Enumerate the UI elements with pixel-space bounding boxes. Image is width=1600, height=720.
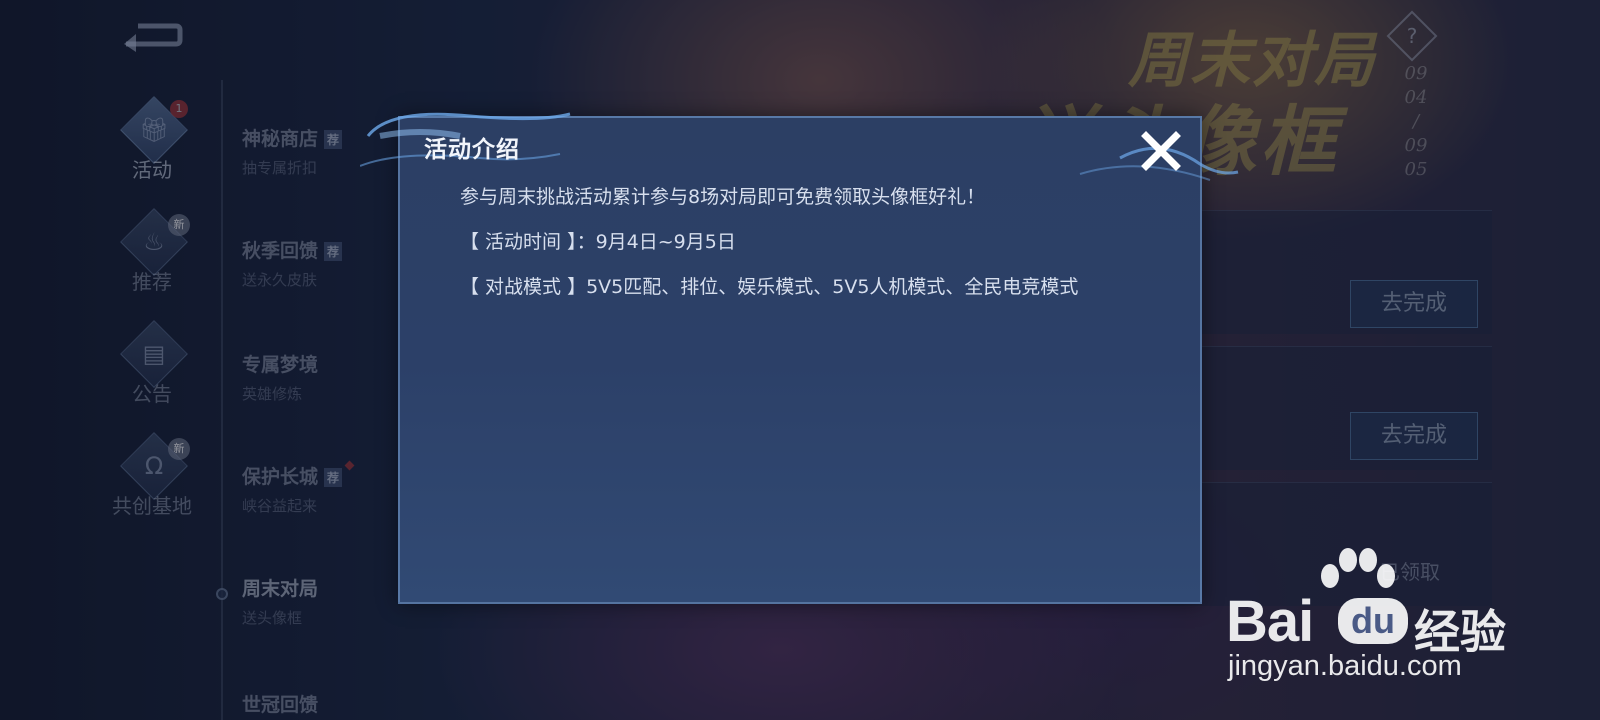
close-icon[interactable] — [1136, 126, 1186, 176]
watermark-du: du — [1338, 598, 1408, 644]
watermark-brand: Bai — [1226, 589, 1314, 654]
activity-time: 【 活动时间 】：9月4日~9月5日 — [460, 231, 736, 253]
battle-modes: 【 对战模式 】5V5匹配、排位、娱乐模式、5V5人机模式、全民电竞模式 — [460, 276, 1079, 298]
watermark-url: jingyan.baidu.com — [1228, 650, 1462, 682]
activity-intro-dialog: 活动介绍 参与周末挑战活动累计参与8场对局即可免费领取头像框好礼！ 【 活动时间… — [360, 112, 1239, 604]
baidu-watermark: Bai du 经验 jingyan.baidu.com — [1226, 548, 1526, 698]
dialog-title: 活动介绍 — [424, 137, 520, 163]
dialog-description: 参与周末挑战活动累计参与8场对局即可免费领取头像框好礼！ — [460, 186, 986, 208]
dialog-body: 参与周末挑战活动累计参与8场对局即可免费领取头像框好礼！ 【 活动时间 】：9月… — [460, 182, 1160, 317]
